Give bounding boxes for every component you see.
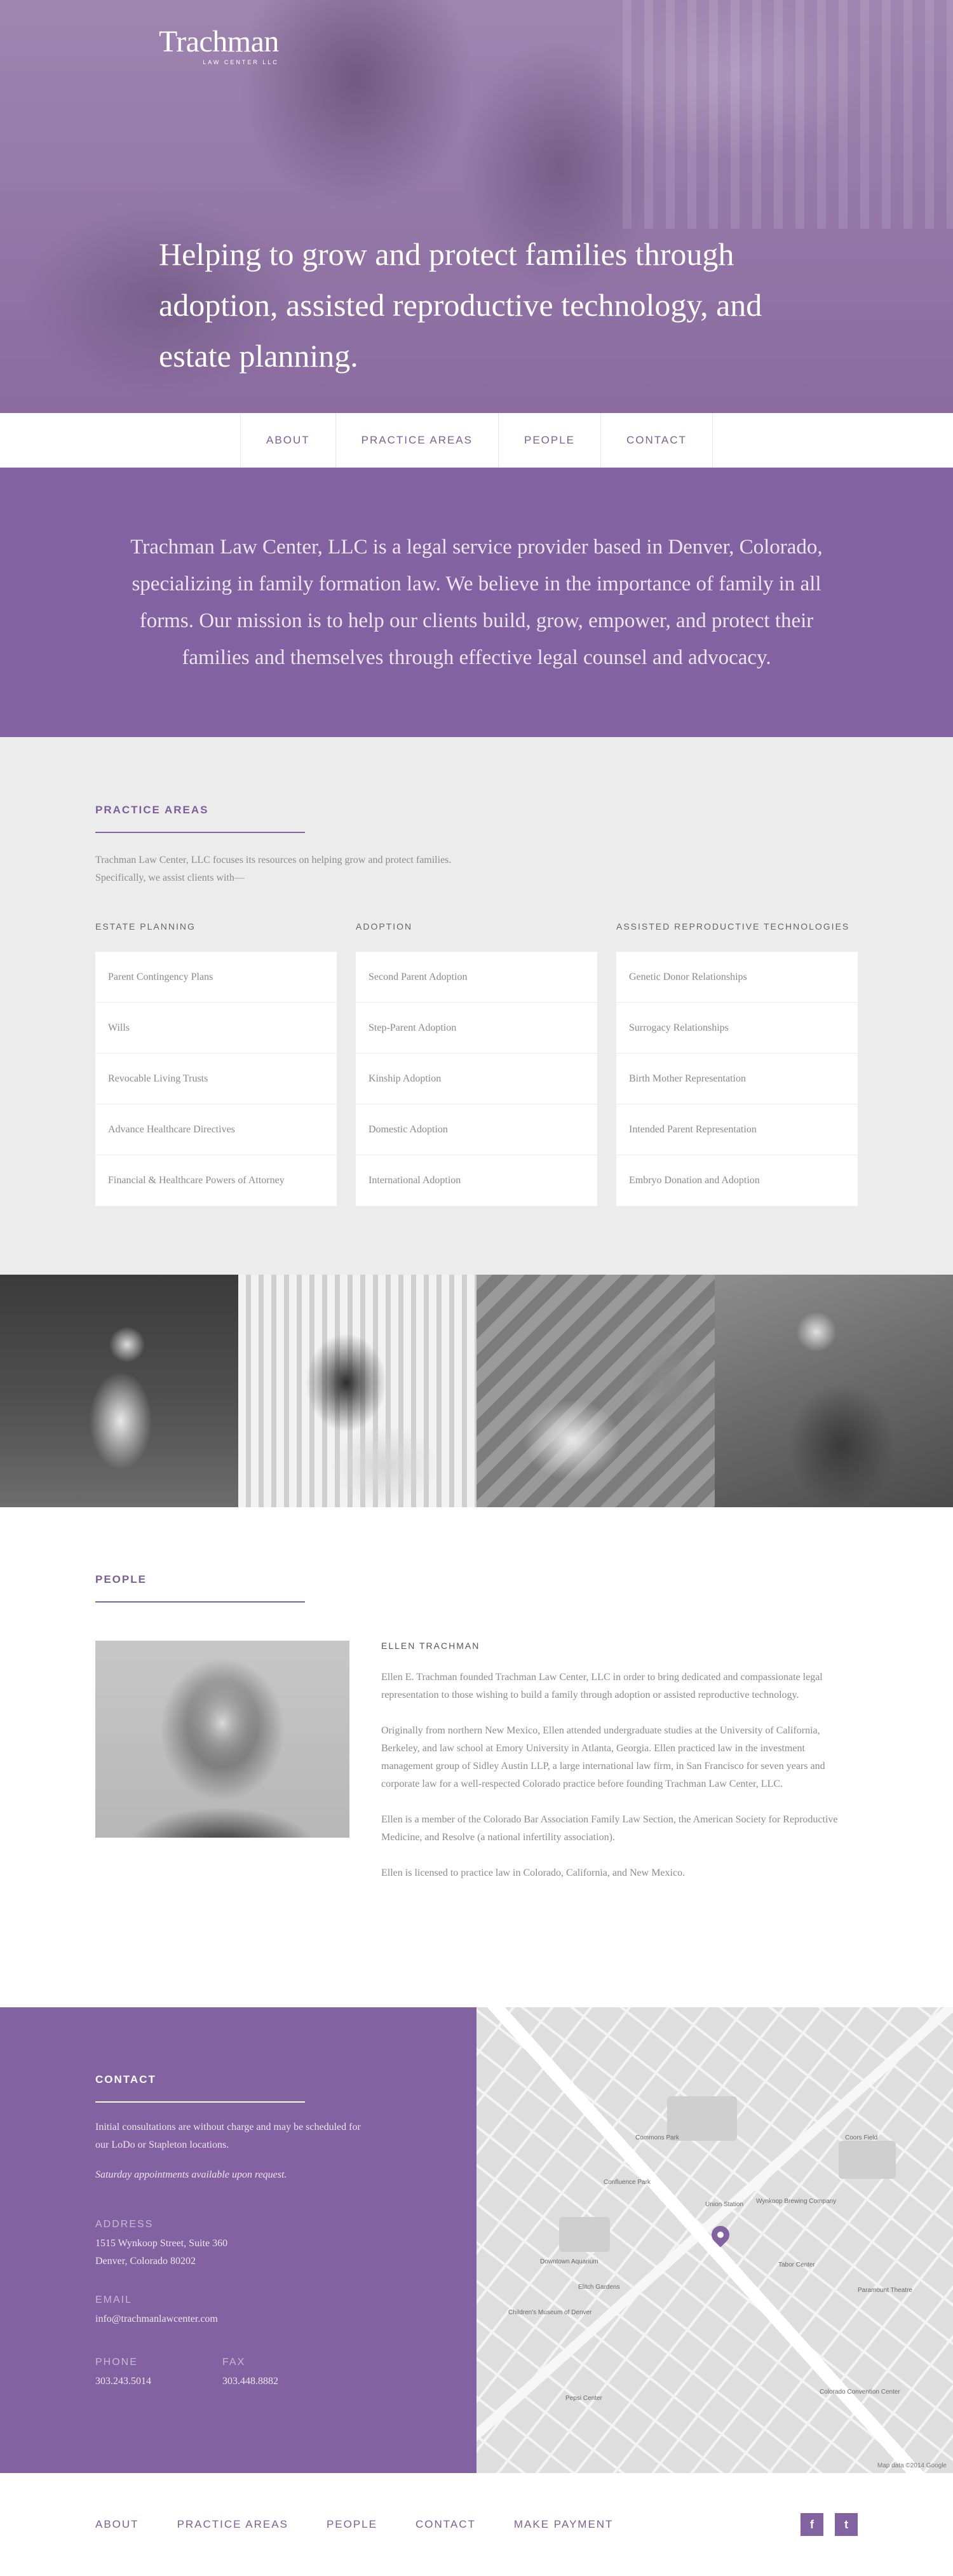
list-item: Revocable Living Trusts (95, 1054, 337, 1104)
list-item: Embryo Donation and Adoption (629, 1175, 760, 1186)
list-item: International Adoption (368, 1175, 461, 1186)
practice-title-rule (95, 832, 305, 833)
bio-paragraph: Ellen E. Trachman founded Trachman Law C… (381, 1672, 823, 1700)
contact-title: CONTACT (95, 2073, 156, 2085)
phone-label: PHONE (95, 2357, 138, 2368)
address-label: ADDRESS (95, 2219, 154, 2230)
person-name: ELLEN TRACHMAN (381, 1641, 480, 1651)
map-label: Colorado Convention Center (820, 2389, 900, 2396)
footer-link-people[interactable]: PEOPLE (327, 2518, 377, 2531)
practice-list: Parent Contingency Plans Wills Revocable… (95, 952, 337, 1206)
map-label: Children's Museum of Denver (508, 2309, 592, 2316)
social-links: f t (801, 2513, 858, 2536)
email-link[interactable]: info@trachmanlawcenter.com (95, 2310, 362, 2328)
logo-name: Trachman (159, 25, 279, 58)
mission-section: Trachman Law Center, LLC is a legal serv… (0, 468, 953, 737)
map-park (559, 2217, 610, 2252)
practice-list: Second Parent Adoption Step-Parent Adopt… (356, 952, 597, 1206)
portrait-photo (95, 1641, 349, 1838)
nav-contact[interactable]: CONTACT (600, 413, 713, 467)
family-photo-strip (0, 1275, 953, 1507)
footer-link-practice-areas[interactable]: PRACTICE AREAS (177, 2518, 288, 2531)
list-item: Intended Parent Representation (616, 1104, 858, 1155)
hero-banner: Trachman LAW CENTER LLC Helping to grow … (0, 0, 953, 413)
facebook-icon[interactable]: f (801, 2513, 823, 2536)
nav-about[interactable]: ABOUT (240, 413, 335, 467)
list-item: Financial & Healthcare Powers of Attorne… (108, 1175, 285, 1186)
practice-title: PRACTICE AREAS (95, 804, 209, 816)
map-park (839, 2141, 896, 2179)
practice-column-adoption: ADOPTION Second Parent Adoption Step-Par… (356, 921, 597, 1206)
map-label: Wynkoop Brewing Company (756, 2198, 837, 2205)
site-logo[interactable]: Trachman LAW CENTER LLC (159, 25, 279, 66)
footer-link-about[interactable]: ABOUT (95, 2518, 139, 2531)
list-item: Kinship Adoption (356, 1054, 597, 1104)
map-label: Elitch Gardens (578, 2284, 620, 2291)
bio-paragraph: Ellen is licensed to practice law in Col… (381, 1868, 686, 1878)
list-item: Domestic Adoption (356, 1104, 597, 1155)
column-heading: ADOPTION (356, 921, 413, 932)
list-item: Surrogacy Relationships (616, 1003, 858, 1054)
photo-baby-in-grass (0, 1275, 238, 1507)
list-item: Second Parent Adoption (356, 952, 597, 1003)
people-section: PEOPLE ELLEN TRACHMAN Ellen E. Trachman … (0, 1507, 953, 2007)
practice-columns: ESTATE PLANNING Parent Contingency Plans… (95, 921, 858, 1206)
hero-photo-background (623, 0, 953, 229)
map-label: Paramount Theatre (858, 2287, 912, 2294)
photo-girl-with-stroller (238, 1275, 476, 1507)
bio: ELLEN TRACHMAN Ellen E. Trachman founded… (381, 1641, 845, 1900)
main-nav: ABOUT PRACTICE AREAS PEOPLE CONTACT (0, 413, 953, 468)
map-label: Downtown Aquarium (540, 2258, 598, 2265)
list-item: Birth Mother Representation (616, 1054, 858, 1104)
practice-column-art: ASSISTED REPRODUCTIVE TECHNOLOGIES Genet… (616, 921, 858, 1206)
list-item: Advance Healthcare Directives (95, 1104, 337, 1155)
column-heading: ASSISTED REPRODUCTIVE TECHNOLOGIES (616, 921, 850, 932)
location-map[interactable]: Commons Park Confluence Park Downtown Aq… (476, 2007, 953, 2473)
photo-mother-with-child (715, 1275, 953, 1507)
saturday-note: Saturday appointments available upon req… (95, 2169, 287, 2180)
practice-intro: Trachman Law Center, LLC focuses its res… (95, 855, 452, 883)
people-title-rule (95, 1601, 305, 1603)
footer-link-contact[interactable]: CONTACT (416, 2518, 476, 2531)
map-attribution: Map data ©2014 Google (877, 2462, 947, 2469)
map-label: Confluence Park (604, 2179, 651, 2186)
people-title: PEOPLE (95, 1573, 147, 1585)
practice-column-estate: ESTATE PLANNING Parent Contingency Plans… (95, 921, 337, 1206)
bio-paragraph: Ellen is a member of the Colorado Bar As… (381, 1814, 838, 1843)
footer-link-make-payment[interactable]: MAKE PAYMENT (514, 2518, 614, 2531)
nav-practice-areas[interactable]: PRACTICE AREAS (335, 413, 498, 467)
hero-tagline: Helping to grow and protect families thr… (159, 236, 762, 374)
nav-people[interactable]: PEOPLE (497, 413, 600, 467)
contact-info: CONTACT Initial consultations are withou… (0, 2007, 476, 2473)
email-label: EMAIL (95, 2295, 133, 2305)
map-label: Pepsi Center (565, 2395, 602, 2402)
column-heading: ESTATE PLANNING (95, 921, 196, 932)
fax-label: FAX (222, 2357, 246, 2368)
logo-subtitle: LAW CENTER LLC (203, 59, 279, 65)
phone-link[interactable]: 303.243.5014 (95, 2373, 210, 2390)
location-pin-icon[interactable] (708, 2222, 733, 2247)
contact-title-rule (95, 2101, 305, 2103)
mission-statement: Trachman Law Center, LLC is a legal serv… (130, 536, 823, 669)
list-item: Parent Contingency Plans (95, 952, 337, 1003)
bio-paragraph: Originally from northern New Mexico, Ell… (381, 1725, 825, 1789)
footer-nav: ABOUT PRACTICE AREAS PEOPLE CONTACT MAKE… (95, 2518, 613, 2531)
address-line-2: Denver, Colorado 80202 (95, 2256, 196, 2267)
fax-number: 303.448.8882 (222, 2376, 278, 2387)
list-item: Step-Parent Adoption (356, 1003, 597, 1054)
twitter-icon[interactable]: t (835, 2513, 858, 2536)
map-label: Tabor Center (778, 2261, 815, 2268)
contact-section: CONTACT Initial consultations are withou… (0, 2007, 953, 2473)
map-label: Coors Field (845, 2134, 878, 2141)
list-item: Wills (95, 1003, 337, 1054)
address-line-1: 1515 Wynkoop Street, Suite 360 (95, 2238, 228, 2249)
map-label: Commons Park (635, 2134, 679, 2141)
practice-list: Genetic Donor Relationships Surrogacy Re… (616, 952, 858, 1206)
photo-parents-with-baby (476, 1275, 715, 1507)
practice-areas-section: PRACTICE AREAS Trachman Law Center, LLC … (0, 737, 953, 1275)
contact-intro: Initial consultations are without charge… (95, 2122, 361, 2150)
list-item: Genetic Donor Relationships (616, 952, 858, 1003)
site-footer: ABOUT PRACTICE AREAS PEOPLE CONTACT MAKE… (0, 2473, 953, 2576)
map-label: Union Station (705, 2201, 744, 2208)
